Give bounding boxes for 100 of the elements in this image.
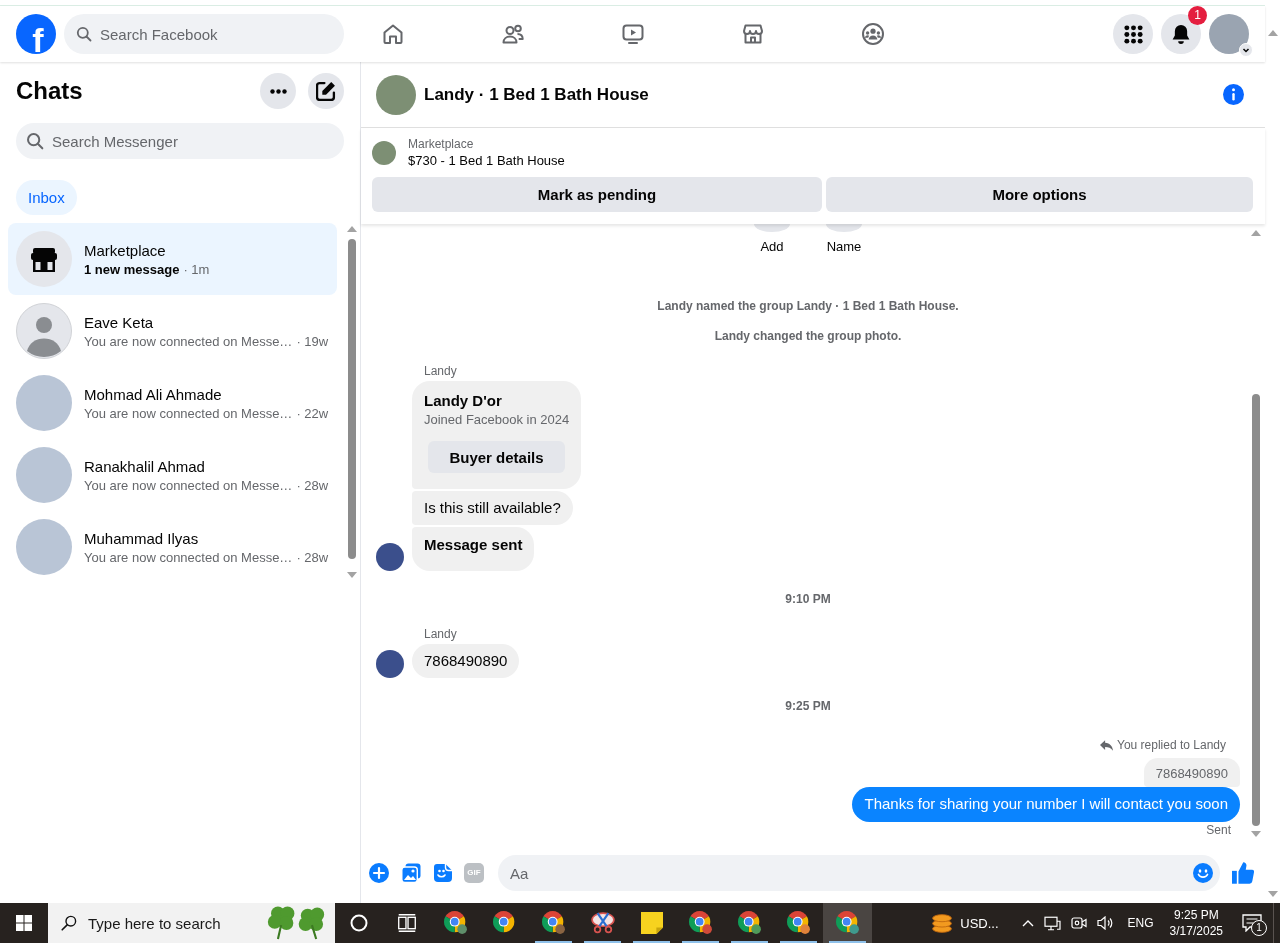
plus-icon[interactable] [369, 863, 389, 883]
event-text: Landy changed the group photo. [714, 328, 902, 344]
more-button[interactable] [260, 73, 296, 109]
sticky-note-icon [640, 912, 663, 934]
message-bubble: Is this still available? [412, 491, 573, 525]
chat-item[interactable]: Muhammad Ilyas You are now connected on Messe… · 28w [8, 511, 337, 583]
group-action-label: Add [760, 239, 784, 255]
listing-source: Marketplace [408, 136, 475, 152]
timestamp: 9:10 PM [785, 591, 831, 607]
card-subtitle: Joined Facebook in 2024 [424, 411, 570, 429]
chats-title: Chats [16, 76, 83, 106]
notification-center-button[interactable]: 1 [1231, 903, 1273, 943]
image-icon[interactable] [401, 863, 421, 883]
avatar [16, 375, 72, 431]
grid-icon [1123, 24, 1143, 44]
avatar [376, 543, 404, 571]
sender-name: Landy [423, 363, 457, 379]
friends-icon[interactable] [501, 22, 525, 46]
chevron-up-icon[interactable] [1021, 919, 1034, 927]
scissors-icon [590, 912, 615, 934]
person-avatar-icon [16, 303, 72, 359]
chat-name: Mohmad Ali Ahmade [84, 384, 223, 405]
groups-icon[interactable] [861, 22, 885, 46]
listing-title[interactable]: $730 - 1 Bed 1 Bath House [408, 152, 565, 169]
chevron-down-icon[interactable] [1239, 43, 1253, 57]
bell-icon [1172, 24, 1190, 44]
storefront-icon[interactable] [741, 22, 765, 46]
filter-tab[interactable]: Inbox [16, 180, 77, 215]
clover-icon [267, 906, 325, 940]
language-indicator[interactable]: ENG [1127, 916, 1154, 930]
search-icon [61, 915, 77, 931]
chat-name: Eave Keta [84, 312, 155, 333]
search-icon [76, 26, 92, 42]
sticker-icon[interactable] [433, 863, 453, 883]
buyer-details-button[interactable]: Buyer details [428, 441, 565, 473]
ring-icon [350, 914, 368, 932]
chat-item[interactable]: Ranakhalil Ahmad You are now connected on Messe… · 28w [8, 439, 337, 511]
taskbar-clock[interactable]: 9:25 PM 3/17/2025 [1161, 907, 1231, 939]
speaker-icon[interactable] [1096, 916, 1113, 930]
avatar [16, 519, 72, 575]
video-icon[interactable] [621, 22, 645, 46]
more-icon [269, 88, 287, 94]
event-text: Landy named the group Landy · 1 Bed 1 Bath House. [657, 298, 959, 314]
sender-name: Landy [423, 626, 457, 642]
camera-icon[interactable] [1070, 917, 1087, 929]
message-preview: You are now connected on Messe… [84, 476, 293, 494]
listing-action-button[interactable]: Mark as pending [372, 177, 822, 212]
message-preview: You are now connected on Messe… [84, 332, 293, 350]
message-time: · 28w [296, 476, 329, 494]
listing-action-button[interactable]: More options [826, 177, 1253, 212]
avatar [16, 447, 72, 503]
chat-item[interactable]: Marketplace 1 new message · 1m [8, 223, 337, 295]
scrollbar-thumb[interactable] [347, 239, 356, 559]
browser-icon [492, 911, 517, 935]
message-input[interactable]: Aa [498, 855, 1220, 891]
message-time: · 28w [296, 548, 329, 566]
storefront-icon [16, 231, 72, 287]
notification-count: 1 [1188, 6, 1207, 25]
message-time: · 1m [183, 260, 210, 278]
message-bubble: 7868490890 [412, 644, 520, 678]
notification-count: 1 [1251, 920, 1267, 936]
compose-icon [316, 81, 336, 101]
search-icon [26, 132, 44, 150]
group-action-label: Name [826, 239, 862, 255]
chat-name: Marketplace [84, 240, 167, 261]
chat-item[interactable]: Mohmad Ali Ahmade You are now connected on Messe… · 22w [8, 367, 337, 439]
menu-button[interactable] [1113, 14, 1153, 54]
emoji-icon[interactable] [1193, 863, 1213, 883]
reply-icon [1100, 739, 1113, 751]
card-title: Landy D'or [424, 391, 503, 411]
scrollbar-thumb[interactable] [1252, 394, 1260, 826]
message-bubble: Thanks for sharing your number I will contact you soon [852, 787, 1240, 822]
chat-item[interactable]: Eave Keta You are now connected on Messe… · 19w [8, 295, 337, 367]
compose-button[interactable] [308, 73, 344, 109]
avatar [376, 650, 404, 678]
task-view-icon [398, 914, 416, 932]
logo[interactable]: f [16, 14, 56, 54]
search-field[interactable]: Search Facebook [64, 14, 344, 54]
chat-name: Ranakhalil Ahmad [84, 456, 206, 477]
message-preview: You are now connected on Messe… [84, 548, 293, 566]
message-preview: You are now connected on Messe… [84, 404, 293, 422]
currency-text[interactable]: USD... [960, 915, 999, 931]
message-status: Sent [1206, 823, 1231, 837]
listing-photo [372, 140, 396, 165]
group-photo [376, 74, 416, 115]
taskbar-search-field[interactable]: Type here to search [48, 903, 335, 943]
info-icon[interactable] [1223, 84, 1244, 105]
coin-stack-icon[interactable] [932, 913, 953, 933]
message-time: · 22w [296, 404, 329, 422]
thumbs-up-icon[interactable] [1232, 862, 1254, 884]
message-time: · 19w [296, 332, 329, 350]
conversation-title: Landy · 1 Bed 1 Bath House [424, 84, 649, 105]
search-field[interactable]: Search Messenger [16, 123, 344, 159]
chat-name: Muhammad Ilyas [84, 528, 200, 549]
home-icon[interactable] [381, 22, 405, 46]
message-preview: 1 new message [84, 260, 180, 278]
notification-icon [1242, 914, 1262, 932]
monitor-icon[interactable] [1043, 915, 1061, 931]
reply-note: You replied to Landy [1117, 737, 1226, 753]
quoted-message[interactable]: 7868490890 [1143, 758, 1240, 787]
